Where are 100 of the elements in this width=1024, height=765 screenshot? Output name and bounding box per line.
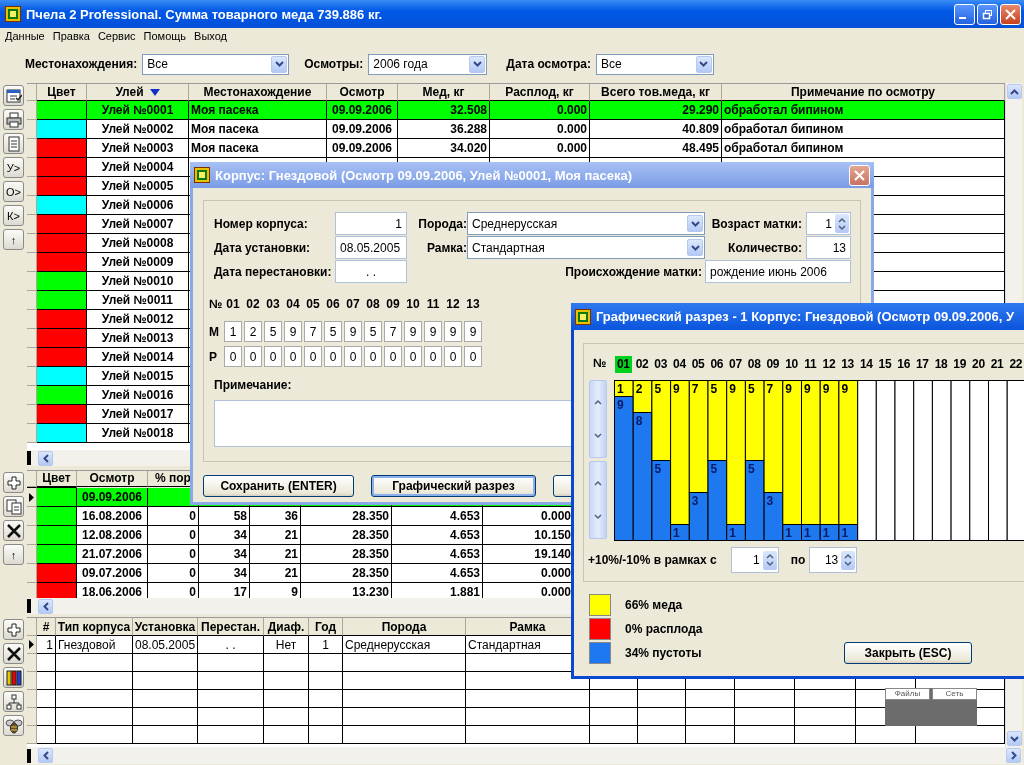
row-header[interactable] [27,636,37,654]
menu-item[interactable]: Выход [190,30,231,42]
frame-field[interactable]: 7 [384,321,402,342]
frame-number[interactable]: 04 [671,356,688,373]
toolbar-button[interactable]: ↑ [3,544,24,565]
scroll-left-button[interactable] [38,450,53,466]
delete-button[interactable] [3,520,24,541]
restore-button[interactable] [977,3,998,25]
filter-dropdown[interactable]: Все [595,53,714,75]
document-button[interactable] [3,133,24,154]
frame-number[interactable]: 05 [689,356,707,373]
table-row[interactable]: Улей №0003 Моя пасека 09.09.2006 34.020 0.000 48.495 обработал бипином [27,139,1005,158]
frame-number[interactable]: 21 [988,356,1006,373]
frame-field[interactable]: 0 [284,346,302,367]
scroll-spinner[interactable] [589,380,607,458]
frame-field[interactable]: 5 [364,321,382,342]
input-field[interactable]: 1 [335,212,407,235]
close-button[interactable] [1000,3,1021,25]
toolbar-button[interactable]: ↑ [3,229,24,250]
input-field[interactable]: рождение июнь 2006 [705,260,851,283]
frame-number[interactable]: 20 [970,356,987,373]
toolbar-button[interactable]: О> [3,181,24,202]
frame-number[interactable]: 10 [783,356,800,373]
toolbar-button[interactable]: К> [3,205,24,226]
frame-number[interactable]: 06 [708,356,726,373]
spinner-field[interactable]: 1 [806,212,851,235]
frame-field[interactable]: 7 [304,321,322,342]
menu-item[interactable]: Сервис [93,30,140,42]
table-row[interactable]: Улей №0002 Моя пасека 09.09.2006 36.288 0.000 40.809 обработал бипином [27,120,1005,139]
frame-field[interactable]: 9 [444,321,462,342]
filter-dropdown[interactable]: Все [142,53,290,75]
print-button[interactable] [3,109,24,130]
frame-field[interactable]: 1 [224,321,242,342]
scroll-left-button[interactable] [38,598,53,614]
add-button[interactable] [3,472,24,493]
frame-number[interactable]: 13 [839,356,856,373]
properties-button[interactable] [3,85,24,106]
frame-number[interactable]: 09 [764,356,782,373]
tree-button[interactable] [3,691,24,712]
dropdown[interactable]: Стандартная [467,236,705,259]
minimize-button[interactable] [954,3,975,25]
frame-number[interactable]: 07 [727,356,744,373]
toolbar-button[interactable]: У> [3,157,24,178]
copy-button[interactable] [3,496,24,517]
frame-number[interactable]: 01 [615,356,632,373]
frame-field[interactable]: 0 [264,346,282,367]
frame-number[interactable]: 08 [745,356,763,373]
column-header[interactable]: Осмотр [77,471,148,487]
table-row[interactable] [27,708,1005,726]
frame-field[interactable]: 9 [344,321,362,342]
frame-field[interactable]: 0 [404,346,422,367]
frame-number[interactable]: 12 [820,356,838,373]
scroll-up-button[interactable] [1007,84,1022,99]
frame-number[interactable]: 16 [895,356,912,373]
chart-button[interactable] [3,667,24,688]
frame-field[interactable]: 9 [464,321,482,342]
menu-item[interactable]: Правка [48,30,94,42]
scroll-down-button[interactable] [1007,731,1022,746]
input-field[interactable]: 08.05.2005 [335,236,407,259]
horizontal-scrollbar[interactable] [27,747,1022,764]
frame-field[interactable]: 0 [364,346,382,367]
bee-button[interactable] [3,715,24,736]
tab[interactable]: Файлы [885,688,930,700]
menu-item[interactable]: Помощь [139,30,191,42]
frame-number[interactable]: 02 [633,356,651,373]
menu-item[interactable]: Данные [1,30,49,42]
dialog-button[interactable]: Сохранить (ENTER) [203,475,354,497]
frame-field[interactable]: 0 [424,346,442,367]
add-button[interactable] [3,619,24,640]
spinner-field[interactable]: 13 [809,547,858,573]
scroll-left-button[interactable] [38,748,53,763]
dialog-button[interactable]: Графический разрез [371,475,536,497]
frame-field[interactable]: 0 [324,346,342,367]
scroll-spinner[interactable] [589,461,607,539]
table-row[interactable] [27,690,1005,708]
table-row[interactable] [27,726,1005,744]
frame-number[interactable]: 03 [652,356,670,373]
table-row[interactable]: Улей №0001 Моя пасека 09.09.2006 32.508 0.000 29.290 обработал бипином [27,101,1005,120]
scroll-right-button[interactable] [1006,748,1021,763]
tab[interactable]: Сеть [932,688,977,700]
frame-field[interactable]: 0 [244,346,262,367]
frame-number[interactable]: 19 [951,356,969,373]
filter-dropdown[interactable]: 2006 года [368,53,488,75]
input-field[interactable]: . . [335,260,407,283]
frame-number[interactable]: 15 [876,356,894,373]
frame-number[interactable]: 17 [914,356,931,373]
input-field[interactable]: 13 [806,236,851,259]
frame-field[interactable]: 9 [424,321,442,342]
frame-field[interactable]: 0 [444,346,462,367]
frame-field[interactable]: 0 [464,346,482,367]
dropdown[interactable]: Среднерусская [467,212,705,235]
frame-number[interactable]: 11 [801,356,819,373]
column-header[interactable]: Цвет [37,471,77,487]
frame-field[interactable]: 5 [324,321,342,342]
frame-field[interactable]: 9 [404,321,422,342]
frame-field[interactable]: 0 [344,346,362,367]
frame-field[interactable]: 0 [304,346,322,367]
close-dialog-button[interactable]: Закрыть (ESC) [844,642,972,664]
frame-field[interactable]: 0 [384,346,402,367]
delete-button[interactable] [3,643,24,664]
